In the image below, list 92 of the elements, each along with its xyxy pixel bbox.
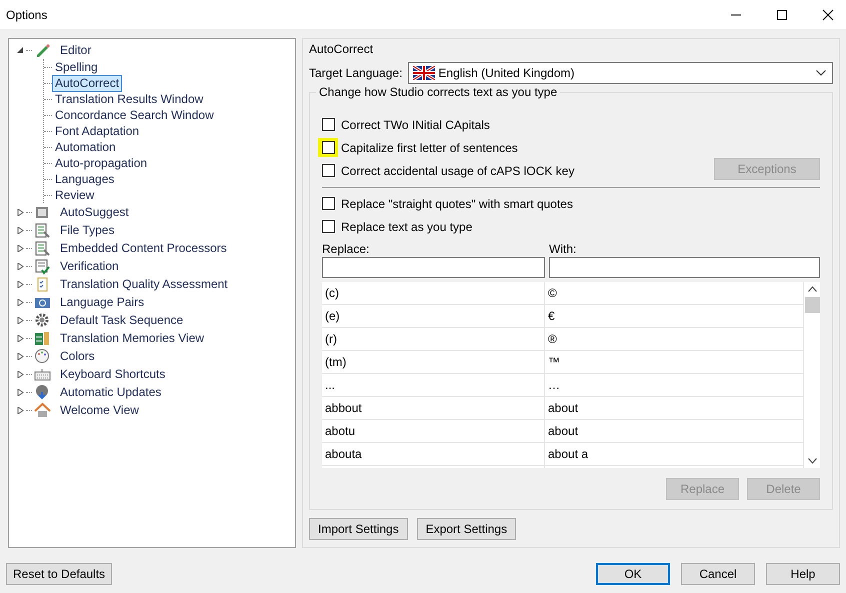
language-dropdown[interactable]: English (United Kingdom) xyxy=(408,62,833,84)
scroll-up-icon xyxy=(808,286,816,292)
expand-arrow-icon[interactable] xyxy=(17,352,24,360)
close-icon xyxy=(822,8,834,20)
table-cell: … xyxy=(545,374,804,396)
table-cell: € xyxy=(545,305,804,327)
tree-item[interactable]: Font Adaptation xyxy=(52,122,142,140)
expand-arrow-icon[interactable] xyxy=(17,244,24,252)
table-cell: ™ xyxy=(545,351,804,373)
tree-item[interactable]: AutoSuggest xyxy=(57,204,132,220)
expand-arrow-icon[interactable] xyxy=(17,334,24,342)
table-cell: (tm) xyxy=(322,351,545,373)
tree-item[interactable]: Concordance Search Window xyxy=(52,106,217,124)
checkbox[interactable] xyxy=(322,118,335,131)
tree-item[interactable]: Translation Results Window xyxy=(52,90,206,108)
tree-item[interactable]: AutoCorrect xyxy=(52,74,122,92)
group-title: Change how Studio corrects text as you type xyxy=(316,85,560,99)
dialog-button[interactable]: OK xyxy=(596,563,670,585)
tree-item[interactable]: Translation Memories View xyxy=(57,330,208,346)
checkbox-label: Replace text as you type xyxy=(341,220,472,234)
settings-button[interactable]: Export Settings xyxy=(416,518,516,540)
table-cell: abotu xyxy=(322,420,545,442)
checkbox[interactable] xyxy=(322,164,335,177)
scroll-down-icon xyxy=(808,458,816,464)
dialog-button[interactable]: Help xyxy=(766,563,840,585)
tree-item[interactable]: Automatic Updates xyxy=(57,384,164,400)
tree-item[interactable]: Embedded Content Processors xyxy=(57,240,230,256)
tree-item[interactable]: Languages xyxy=(52,170,118,188)
flag-icon xyxy=(413,66,436,80)
checkbox-label: Replace "straight quotes" with smart quotes xyxy=(341,196,573,210)
tree-item[interactable]: Verification xyxy=(57,258,122,274)
expand-arrow-icon[interactable] xyxy=(17,406,24,414)
table-cell: (e) xyxy=(322,305,545,327)
table-cell: (c) xyxy=(322,282,545,304)
tree-item[interactable]: Spelling xyxy=(52,58,101,76)
pencil-icon xyxy=(34,42,51,58)
expand-arrow-icon[interactable] xyxy=(17,388,24,396)
tree-item[interactable]: Colors xyxy=(57,348,98,364)
tree-item[interactable]: File Types xyxy=(57,222,118,238)
tree-item[interactable]: Language Pairs xyxy=(57,294,148,310)
table-cell: about xyxy=(545,397,804,419)
tree-item[interactable]: Auto-propagation xyxy=(52,154,150,172)
palette-icon xyxy=(34,348,51,364)
tree-item[interactable]: Automation xyxy=(52,138,119,156)
tree-item[interactable]: Review xyxy=(52,186,98,204)
tree-item[interactable]: Welcome View xyxy=(57,402,142,418)
tree-item[interactable]: Keyboard Shortcuts xyxy=(57,366,168,382)
table-cell: (r) xyxy=(322,328,545,350)
checkbox[interactable] xyxy=(322,197,335,210)
replace-field[interactable] xyxy=(322,257,545,278)
checkbox[interactable] xyxy=(322,141,335,154)
database-icon xyxy=(34,330,51,346)
globe-download-icon xyxy=(34,384,51,400)
window-title: Options xyxy=(6,8,48,22)
expand-arrow-icon[interactable] xyxy=(17,208,24,216)
with-field[interactable] xyxy=(549,257,820,278)
table-cell: ... xyxy=(322,374,545,396)
table-cell: ® xyxy=(545,328,804,350)
document-icon xyxy=(34,240,51,256)
tree-item[interactable]: Editor xyxy=(57,42,94,58)
table-cell: abbout xyxy=(322,397,545,419)
scrollbar-thumb[interactable] xyxy=(804,297,820,313)
table-cell: about xyxy=(545,420,804,442)
field-label: Target Language: xyxy=(309,66,402,80)
expand-arrow-icon[interactable] xyxy=(17,316,24,324)
collapse-arrow-icon[interactable] xyxy=(17,46,24,54)
group-title: AutoCorrect xyxy=(309,42,374,56)
expand-arrow-icon[interactable] xyxy=(17,370,24,378)
gear-icon xyxy=(34,312,51,328)
document-check-icon xyxy=(34,258,51,274)
checkbox[interactable] xyxy=(322,220,335,233)
tree-item[interactable]: Translation Quality Assessment xyxy=(57,276,231,292)
expand-arrow-icon[interactable] xyxy=(17,262,24,270)
checkbox-label: Correct accidental usage of cAPS lOCK key xyxy=(341,164,574,178)
reset-button[interactable]: Reset to Defaults xyxy=(6,563,112,585)
checkbox-label: Capitalize first letter of sentences xyxy=(341,140,518,154)
maximize-icon xyxy=(776,8,788,20)
field-label: With: xyxy=(549,242,578,256)
expand-arrow-icon[interactable] xyxy=(17,226,24,234)
chevron-down-icon xyxy=(816,70,826,76)
document-icon xyxy=(34,222,51,238)
tree-item[interactable]: Default Task Sequence xyxy=(57,312,186,328)
settings-button[interactable]: Import Settings xyxy=(309,518,408,540)
expand-arrow-icon[interactable] xyxy=(17,280,24,288)
checkbox-label: Correct TWo INitial CApitals xyxy=(341,118,490,132)
house-icon xyxy=(34,402,51,418)
table-cell: about a xyxy=(545,443,804,465)
table-cell: © xyxy=(545,282,804,304)
dialog-button[interactable]: Cancel xyxy=(681,563,755,585)
field-label: Replace: xyxy=(322,242,370,256)
expand-arrow-icon[interactable] xyxy=(17,298,24,306)
table-cell: abouta xyxy=(322,443,545,465)
